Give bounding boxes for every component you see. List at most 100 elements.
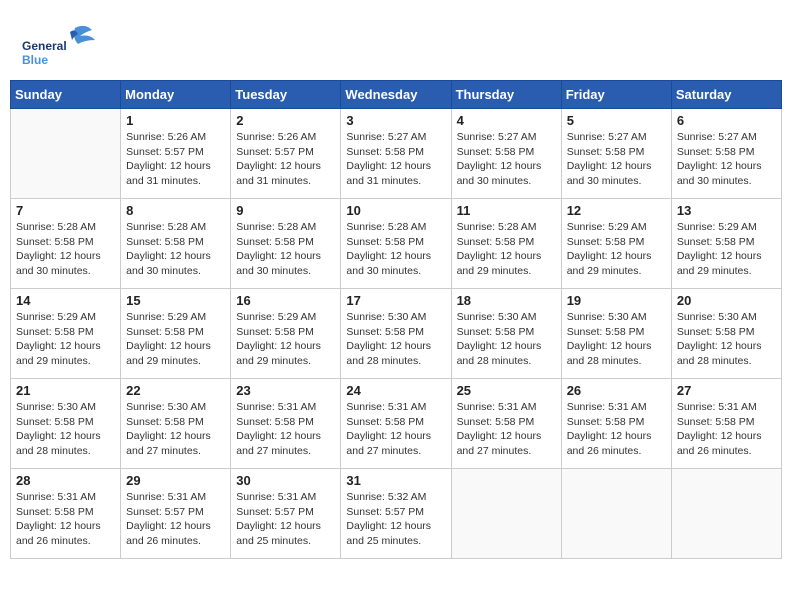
calendar-cell: 10 Sunrise: 5:28 AMSunset: 5:58 PMDayligh…: [341, 199, 451, 289]
day-info: Sunrise: 5:28 AMSunset: 5:58 PMDaylight:…: [236, 220, 335, 279]
day-info: Sunrise: 5:31 AMSunset: 5:58 PMDaylight:…: [346, 400, 445, 459]
calendar-cell: 11 Sunrise: 5:28 AMSunset: 5:58 PMDayligh…: [451, 199, 561, 289]
day-number: 24: [346, 383, 445, 398]
day-info: Sunrise: 5:27 AMSunset: 5:58 PMDaylight:…: [457, 130, 556, 189]
week-row-3: 14 Sunrise: 5:29 AMSunset: 5:58 PMDayligh…: [11, 289, 782, 379]
day-number: 29: [126, 473, 225, 488]
day-number: 11: [457, 203, 556, 218]
day-info: Sunrise: 5:27 AMSunset: 5:58 PMDaylight:…: [567, 130, 666, 189]
week-row-2: 7 Sunrise: 5:28 AMSunset: 5:58 PMDaylight…: [11, 199, 782, 289]
calendar-cell: [671, 469, 781, 559]
weekday-header-tuesday: Tuesday: [231, 81, 341, 109]
week-row-4: 21 Sunrise: 5:30 AMSunset: 5:58 PMDayligh…: [11, 379, 782, 469]
day-info: Sunrise: 5:30 AMSunset: 5:58 PMDaylight:…: [677, 310, 776, 369]
week-row-5: 28Sunrise: 5:31 AMSunset: 5:58 PMDayligh…: [11, 469, 782, 559]
day-info: Sunrise: 5:31 AMSunset: 5:58 PMDaylight:…: [567, 400, 666, 459]
calendar-cell: 13Sunrise: 5:29 AMSunset: 5:58 PMDayligh…: [671, 199, 781, 289]
day-info: Sunrise: 5:26 AMSunset: 5:57 PMDaylight:…: [236, 130, 335, 189]
day-info: Sunrise: 5:31 AMSunset: 5:58 PMDaylight:…: [457, 400, 556, 459]
day-number: 9: [236, 203, 335, 218]
calendar-cell: 23 Sunrise: 5:31 AMSunset: 5:58 PMDayligh…: [231, 379, 341, 469]
day-info: Sunrise: 5:29 AMSunset: 5:58 PMDaylight:…: [126, 310, 225, 369]
day-number: 15: [126, 293, 225, 308]
day-number: 19: [567, 293, 666, 308]
calendar-cell: 31Sunrise: 5:32 AMSunset: 5:57 PMDayligh…: [341, 469, 451, 559]
weekday-header-monday: Monday: [121, 81, 231, 109]
day-info: Sunrise: 5:27 AMSunset: 5:58 PMDaylight:…: [677, 130, 776, 189]
day-info: Sunrise: 5:30 AMSunset: 5:58 PMDaylight:…: [346, 310, 445, 369]
svg-text:General: General: [22, 39, 67, 53]
day-info: Sunrise: 5:31 AMSunset: 5:58 PMDaylight:…: [677, 400, 776, 459]
day-info: Sunrise: 5:26 AMSunset: 5:57 PMDaylight:…: [126, 130, 225, 189]
day-info: Sunrise: 5:29 AMSunset: 5:58 PMDaylight:…: [567, 220, 666, 279]
day-info: Sunrise: 5:28 AMSunset: 5:58 PMDaylight:…: [126, 220, 225, 279]
day-info: Sunrise: 5:31 AMSunset: 5:57 PMDaylight:…: [126, 490, 225, 549]
day-number: 25: [457, 383, 556, 398]
calendar-cell: 14 Sunrise: 5:29 AMSunset: 5:58 PMDayligh…: [11, 289, 121, 379]
calendar-cell: 30Sunrise: 5:31 AMSunset: 5:57 PMDayligh…: [231, 469, 341, 559]
weekday-header-wednesday: Wednesday: [341, 81, 451, 109]
weekday-header-saturday: Saturday: [671, 81, 781, 109]
day-info: Sunrise: 5:31 AMSunset: 5:58 PMDaylight:…: [16, 490, 115, 549]
day-info: Sunrise: 5:29 AMSunset: 5:58 PMDaylight:…: [16, 310, 115, 369]
calendar-cell: 9 Sunrise: 5:28 AMSunset: 5:58 PMDaylight…: [231, 199, 341, 289]
week-row-1: 1 Sunrise: 5:26 AMSunset: 5:57 PMDaylight…: [11, 109, 782, 199]
day-number: 23: [236, 383, 335, 398]
calendar-cell: 3 Sunrise: 5:27 AMSunset: 5:58 PMDaylight…: [341, 109, 451, 199]
day-info: Sunrise: 5:28 AMSunset: 5:58 PMDaylight:…: [16, 220, 115, 279]
day-number: 10: [346, 203, 445, 218]
day-info: Sunrise: 5:30 AMSunset: 5:58 PMDaylight:…: [567, 310, 666, 369]
calendar-cell: 24 Sunrise: 5:31 AMSunset: 5:58 PMDayligh…: [341, 379, 451, 469]
calendar-cell: 28Sunrise: 5:31 AMSunset: 5:58 PMDayligh…: [11, 469, 121, 559]
calendar-cell: 19 Sunrise: 5:30 AMSunset: 5:58 PMDayligh…: [561, 289, 671, 379]
logo-icon: General Blue: [20, 18, 100, 68]
calendar-cell: 26 Sunrise: 5:31 AMSunset: 5:58 PMDayligh…: [561, 379, 671, 469]
calendar-cell: 7 Sunrise: 5:28 AMSunset: 5:58 PMDaylight…: [11, 199, 121, 289]
day-number: 5: [567, 113, 666, 128]
calendar-cell: 6 Sunrise: 5:27 AMSunset: 5:58 PMDaylight…: [671, 109, 781, 199]
calendar-cell: 29 Sunrise: 5:31 AMSunset: 5:57 PMDayligh…: [121, 469, 231, 559]
weekday-header-row: SundayMondayTuesdayWednesdayThursdayFrid…: [11, 81, 782, 109]
day-number: 17: [346, 293, 445, 308]
day-number: 14: [16, 293, 115, 308]
calendar-cell: 16 Sunrise: 5:29 AMSunset: 5:58 PMDayligh…: [231, 289, 341, 379]
calendar-cell: [11, 109, 121, 199]
calendar-cell: 5 Sunrise: 5:27 AMSunset: 5:58 PMDaylight…: [561, 109, 671, 199]
page-header: General Blue: [10, 10, 782, 72]
day-number: 20: [677, 293, 776, 308]
day-info: Sunrise: 5:30 AMSunset: 5:58 PMDaylight:…: [16, 400, 115, 459]
logo: General Blue: [20, 18, 100, 68]
calendar-cell: 17 Sunrise: 5:30 AMSunset: 5:58 PMDayligh…: [341, 289, 451, 379]
day-number: 26: [567, 383, 666, 398]
day-info: Sunrise: 5:29 AMSunset: 5:58 PMDaylight:…: [236, 310, 335, 369]
day-info: Sunrise: 5:28 AMSunset: 5:58 PMDaylight:…: [346, 220, 445, 279]
calendar-cell: 22Sunrise: 5:30 AMSunset: 5:58 PMDayligh…: [121, 379, 231, 469]
day-info: Sunrise: 5:31 AMSunset: 5:57 PMDaylight:…: [236, 490, 335, 549]
weekday-header-thursday: Thursday: [451, 81, 561, 109]
day-number: 4: [457, 113, 556, 128]
weekday-header-friday: Friday: [561, 81, 671, 109]
day-info: Sunrise: 5:31 AMSunset: 5:58 PMDaylight:…: [236, 400, 335, 459]
day-number: 2: [236, 113, 335, 128]
svg-text:Blue: Blue: [22, 53, 48, 67]
calendar-cell: 4 Sunrise: 5:27 AMSunset: 5:58 PMDaylight…: [451, 109, 561, 199]
calendar-cell: 27Sunrise: 5:31 AMSunset: 5:58 PMDayligh…: [671, 379, 781, 469]
day-number: 12: [567, 203, 666, 218]
calendar-table: SundayMondayTuesdayWednesdayThursdayFrid…: [10, 80, 782, 559]
calendar-cell: 1 Sunrise: 5:26 AMSunset: 5:57 PMDaylight…: [121, 109, 231, 199]
day-info: Sunrise: 5:28 AMSunset: 5:58 PMDaylight:…: [457, 220, 556, 279]
day-number: 7: [16, 203, 115, 218]
calendar-cell: 25 Sunrise: 5:31 AMSunset: 5:58 PMDayligh…: [451, 379, 561, 469]
day-info: Sunrise: 5:30 AMSunset: 5:58 PMDaylight:…: [126, 400, 225, 459]
day-number: 21: [16, 383, 115, 398]
calendar-cell: [451, 469, 561, 559]
day-number: 1: [126, 113, 225, 128]
weekday-header-sunday: Sunday: [11, 81, 121, 109]
day-number: 3: [346, 113, 445, 128]
day-number: 16: [236, 293, 335, 308]
calendar-cell: 21 Sunrise: 5:30 AMSunset: 5:58 PMDayligh…: [11, 379, 121, 469]
day-number: 18: [457, 293, 556, 308]
day-number: 6: [677, 113, 776, 128]
day-info: Sunrise: 5:27 AMSunset: 5:58 PMDaylight:…: [346, 130, 445, 189]
day-info: Sunrise: 5:32 AMSunset: 5:57 PMDaylight:…: [346, 490, 445, 549]
